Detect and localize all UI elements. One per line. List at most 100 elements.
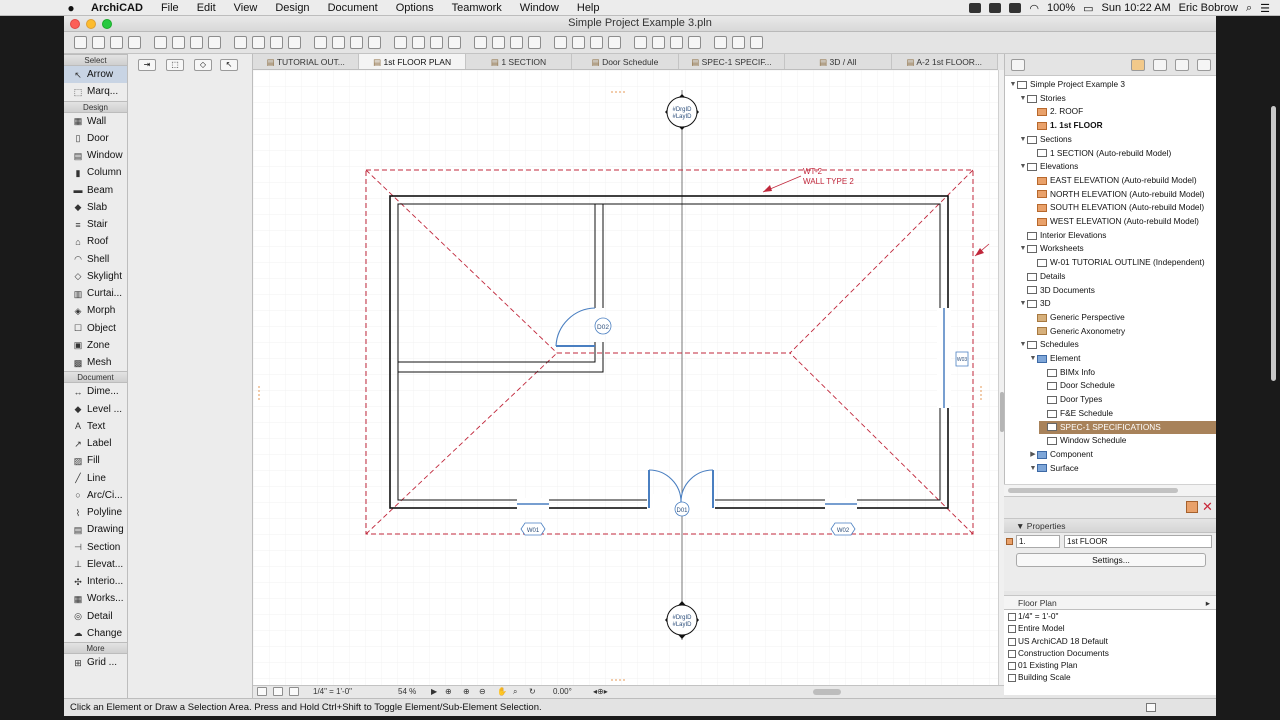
navigator-item[interactable]: W-01 TUTORIAL OUTLINE (Independent)	[1029, 256, 1216, 270]
scroll-thumb[interactable]	[1008, 488, 1178, 493]
play-icon[interactable]: ▶	[431, 687, 437, 696]
tool-grid[interactable]: ⊞ Grid ...	[64, 654, 127, 671]
settings-button[interactable]: Settings...	[1016, 553, 1206, 567]
line-type-icon[interactable]	[350, 36, 363, 49]
tab-2[interactable]: ▤ 1 SECTION	[466, 54, 573, 69]
disclosure-triangle-icon[interactable]: ▼	[1009, 78, 1017, 92]
disclosure-triangle-icon[interactable]: ▼	[1019, 242, 1027, 256]
navigator-item[interactable]: Generic Axonometry	[1029, 325, 1216, 339]
wall-type-label-id[interactable]: WT-2	[803, 167, 823, 176]
tool-curtain-wall[interactable]: ▥ Curtai...	[64, 285, 127, 302]
navigator-item[interactable]: ▼ Element	[1029, 352, 1216, 366]
view-setting-row[interactable]: Building Scale	[1004, 671, 1216, 683]
tab-5[interactable]: ▤ 3D / All	[785, 54, 892, 69]
window-tag-w03[interactable]: W03	[955, 351, 969, 367]
tool-change[interactable]: ☁ Change	[64, 625, 127, 642]
tool-mesh[interactable]: ▩ Mesh	[64, 354, 127, 371]
panel-expand-icon[interactable]: ▸	[1206, 596, 1210, 610]
floor-plan-canvas[interactable]: D02 D01 W01 W02 W03 WT-2 WALL TYPE 2 #Dr…	[253, 70, 998, 685]
tool-detail[interactable]: ◎ Detail	[64, 608, 127, 625]
layers-icon[interactable]	[314, 36, 327, 49]
snap-icon[interactable]	[430, 36, 443, 49]
navigator-item[interactable]: ▼ Schedules	[1019, 338, 1216, 352]
disclosure-triangle-icon[interactable]: ▶	[1029, 448, 1037, 462]
menu-window[interactable]: Window	[511, 0, 568, 16]
tool-column[interactable]: ▮ Column	[64, 164, 127, 181]
navigator-item[interactable]: BIMx Info	[1039, 366, 1216, 380]
print-icon[interactable]	[128, 36, 141, 49]
fit-in-window-icon[interactable]: ⌕	[513, 687, 517, 697]
navigator-item[interactable]: ▼ Sections	[1019, 133, 1216, 147]
tool-dimension[interactable]: ↔ Dime...	[64, 383, 127, 400]
tool-wall[interactable]: ▦ Wall	[64, 113, 127, 130]
tab-1[interactable]: ▤ 1st FLOOR PLAN	[359, 54, 466, 69]
tool-polyline[interactable]: ⌇ Polyline	[64, 504, 127, 521]
navigator-item[interactable]: WEST ELEVATION (Auto-rebuild Model)	[1029, 215, 1216, 229]
navigator-popup-icon[interactable]	[1011, 59, 1025, 71]
door-tag-d02[interactable]: D02	[594, 317, 612, 335]
navigator-item[interactable]: SOUTH ELEVATION (Auto-rebuild Model)	[1029, 201, 1216, 215]
battery-icon[interactable]: ▭	[1083, 2, 1093, 15]
navigator-item[interactable]: ▼ 3D	[1019, 297, 1216, 311]
tool-beam[interactable]: ▬ Beam	[64, 182, 127, 199]
tool-morph[interactable]: ◈ Morph	[64, 302, 127, 319]
menu-archicad[interactable]: ArchiCAD	[82, 0, 152, 16]
tool-roof[interactable]: ⌂ Roof	[64, 233, 127, 250]
tray-icon[interactable]	[969, 3, 982, 13]
navigator-item[interactable]: ▼ Elevations	[1019, 160, 1216, 174]
disclosure-triangle-icon[interactable]: ▼	[1019, 297, 1027, 311]
page-icon[interactable]	[257, 687, 267, 696]
trace-icon[interactable]	[448, 36, 461, 49]
wifi-icon[interactable]: ◠	[1029, 2, 1039, 15]
pen-set-icon[interactable]	[332, 36, 345, 49]
tool-arrow[interactable]: ↖ Arrow	[64, 66, 127, 84]
view-setting-row[interactable]: US ArchiCAD 18 Default	[1004, 635, 1216, 647]
inject-icon[interactable]	[288, 36, 301, 49]
paste-icon[interactable]	[190, 36, 203, 49]
view-setting-row[interactable]: 1/4" = 1'-0"	[1004, 610, 1216, 622]
open-icon[interactable]	[92, 36, 105, 49]
notification-center-icon[interactable]: ☰	[1260, 2, 1270, 15]
navigator-item[interactable]: SPEC-1 SPECIFICATIONS	[1039, 420, 1216, 435]
view-map-icon[interactable]	[1153, 59, 1167, 71]
tool-marquee[interactable]: ⬚ Marq...	[64, 83, 127, 100]
tool-interior-elevation[interactable]: ✣ Interio...	[64, 573, 127, 590]
navigator-item[interactable]: Door Types	[1039, 393, 1216, 407]
pan-icon[interactable]: ✋	[497, 687, 507, 696]
new-icon[interactable]	[74, 36, 87, 49]
toolbox-section-more[interactable]: More	[64, 642, 127, 654]
navigator-item[interactable]: ▶ Component	[1029, 448, 1216, 462]
pick-up-icon[interactable]	[270, 36, 283, 49]
tool-skylight[interactable]: ◇ Skylight	[64, 268, 127, 285]
rotate-view-icon[interactable]: ↻	[529, 687, 536, 696]
disclosure-triangle-icon[interactable]: ▼	[1029, 462, 1037, 476]
story-id-field[interactable]: 1.	[1016, 535, 1060, 548]
redo-icon[interactable]	[234, 36, 247, 49]
zoom-in-area-icon[interactable]: ⊕	[463, 687, 470, 696]
navigator-item[interactable]: ▼ Simple Project Example 3	[1009, 78, 1209, 92]
section-icon[interactable]	[510, 36, 523, 49]
toolbox-section-select[interactable]: Select	[64, 54, 127, 66]
tool-arc[interactable]: ○ Arc/Ci...	[64, 487, 127, 504]
camera-icon[interactable]	[590, 36, 603, 49]
zoom-icon[interactable]	[273, 687, 283, 696]
tool-worksheet[interactable]: ▦ Works...	[64, 590, 127, 607]
navigator-horizontal-scrollbar[interactable]	[1004, 484, 1216, 496]
disclosure-triangle-icon[interactable]: ▼	[1019, 338, 1027, 352]
tool-door[interactable]: ▯ Door	[64, 130, 127, 147]
menu-document[interactable]: Document	[319, 0, 387, 16]
tray-icon[interactable]	[989, 3, 1002, 13]
clock-text[interactable]: Sun 10:22 AM	[1102, 2, 1171, 14]
tool-shell[interactable]: ◠ Shell	[64, 251, 127, 268]
find-icon[interactable]	[252, 36, 265, 49]
menu-file[interactable]: File	[152, 0, 188, 16]
fit-icon[interactable]	[289, 687, 299, 696]
tool-drawing[interactable]: ▤ Drawing	[64, 521, 127, 538]
tool-text[interactable]: A Text	[64, 418, 127, 435]
zoom-icon[interactable]	[714, 36, 727, 49]
tool-section[interactable]: ⊣ Section	[64, 539, 127, 556]
tool-zone[interactable]: ▣ Zone	[64, 337, 127, 354]
zoom-readout[interactable]: 54 %	[398, 687, 416, 696]
options-icon[interactable]	[750, 36, 763, 49]
angle-readout[interactable]: 0.00°	[553, 687, 572, 696]
